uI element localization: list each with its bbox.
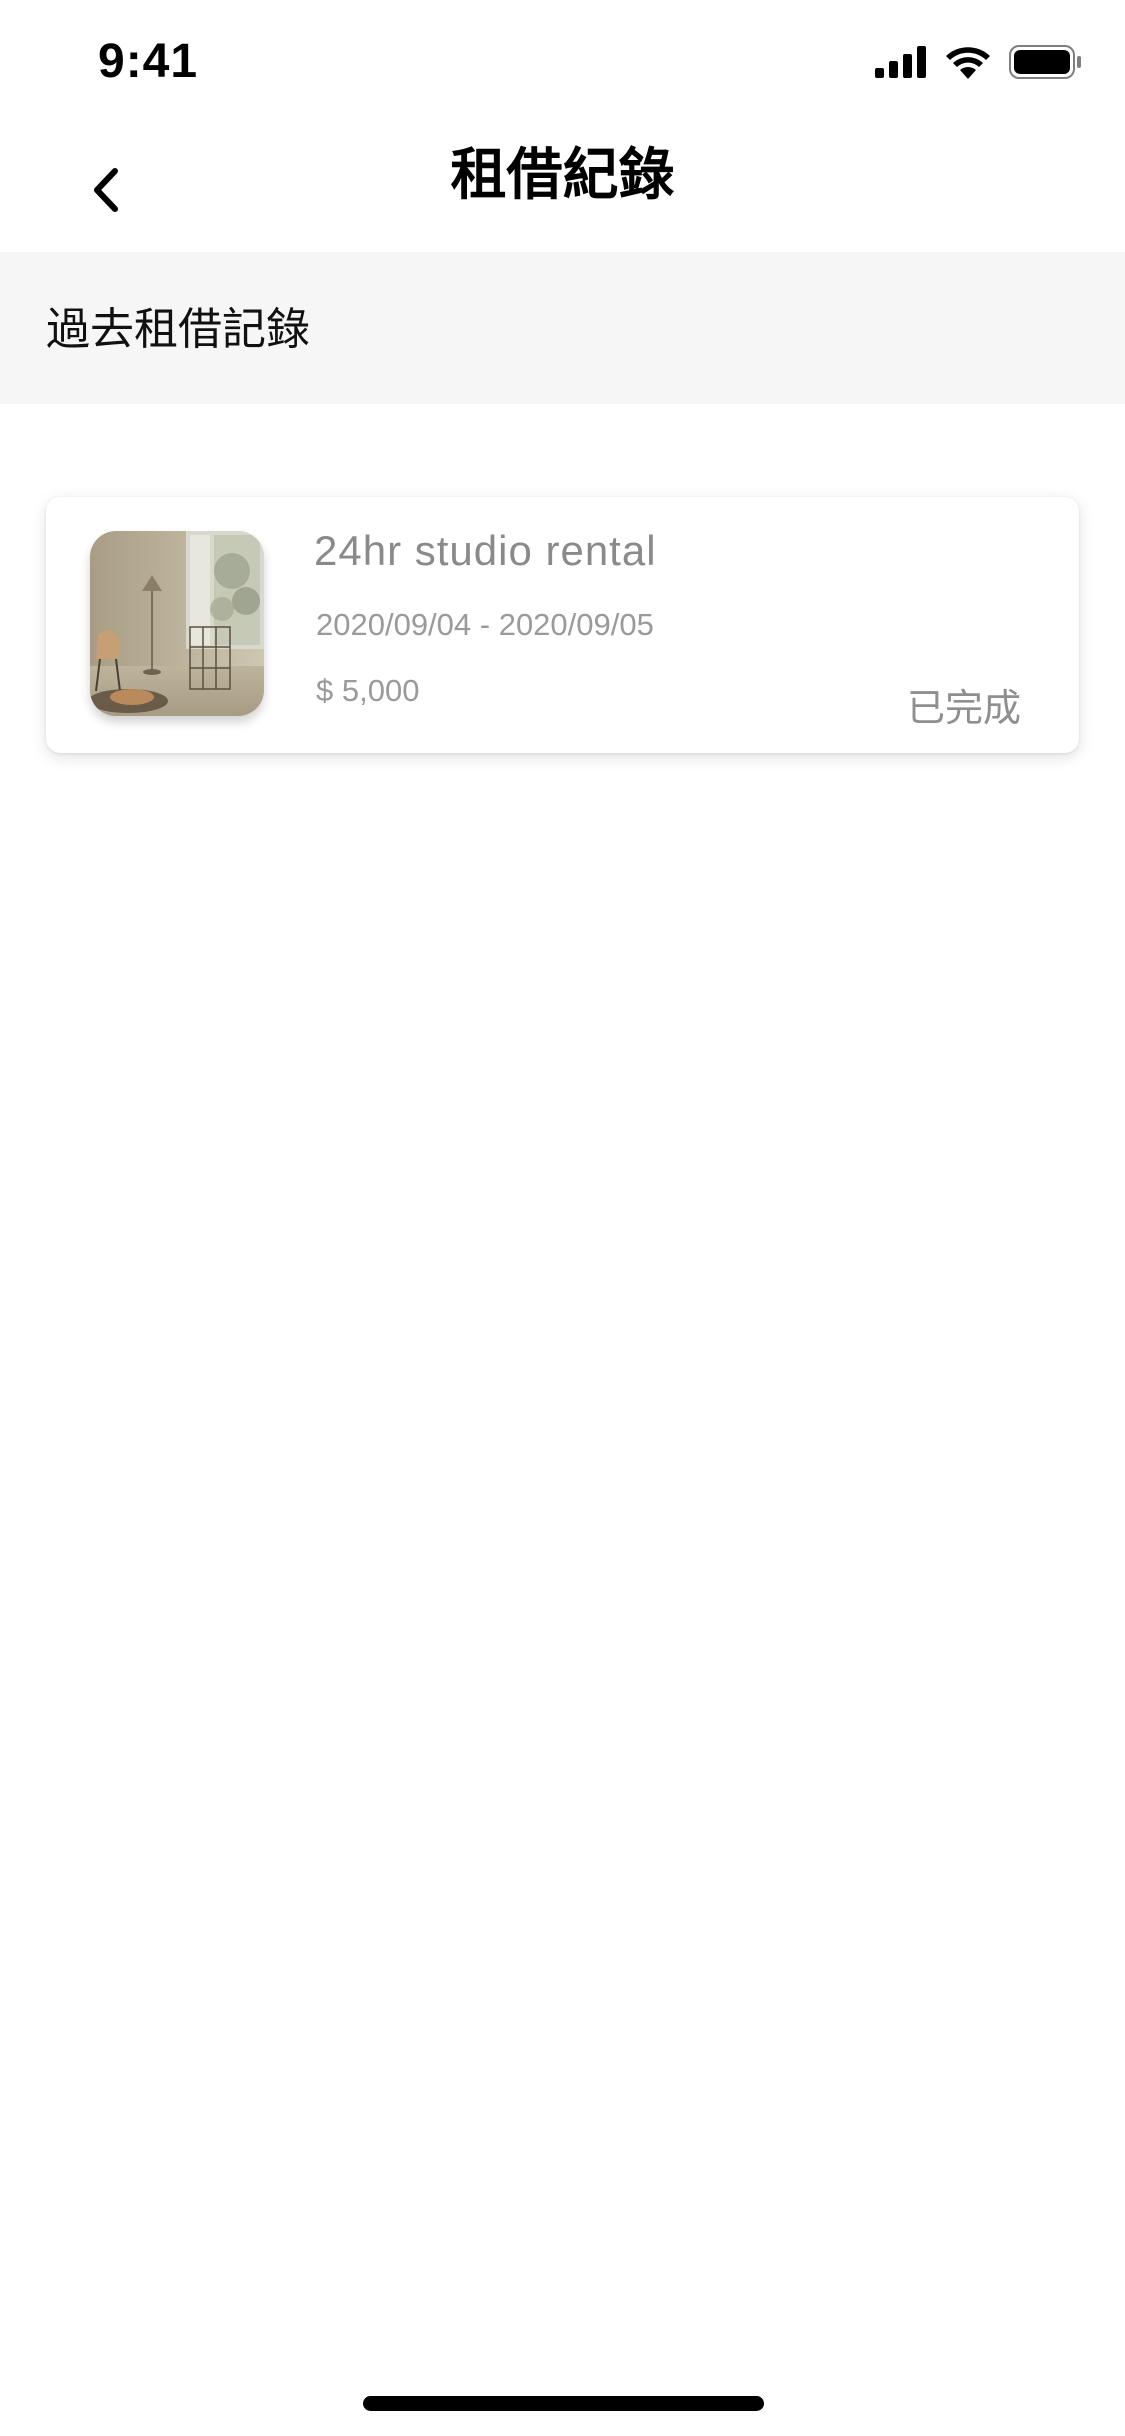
signal-icon (875, 46, 927, 82)
status-time: 9:41 (98, 35, 199, 88)
status-icons (875, 44, 1083, 84)
section-header-label: 過去租借記錄 (46, 304, 310, 355)
battery-icon (1009, 45, 1083, 83)
home-indicator (363, 2396, 764, 2411)
rental-price: $ 5,000 (316, 673, 420, 708)
rental-title: 24hr studio rental (314, 527, 657, 574)
rental-record-card[interactable]: 24hr studio rental 2020/09/04 - 2020/09/… (46, 497, 1079, 753)
wifi-icon (945, 45, 991, 83)
studio-photo (90, 531, 264, 716)
status-bar: 9:41 (0, 0, 1125, 132)
page-title: 租借紀錄 (450, 143, 675, 208)
section-header: 過去租借記錄 (0, 252, 1125, 404)
rental-dates: 2020/09/04 - 2020/09/05 (316, 607, 654, 642)
nav-bar: 租借紀錄 (0, 132, 1125, 252)
rental-status: 已完成 (906, 686, 1021, 730)
